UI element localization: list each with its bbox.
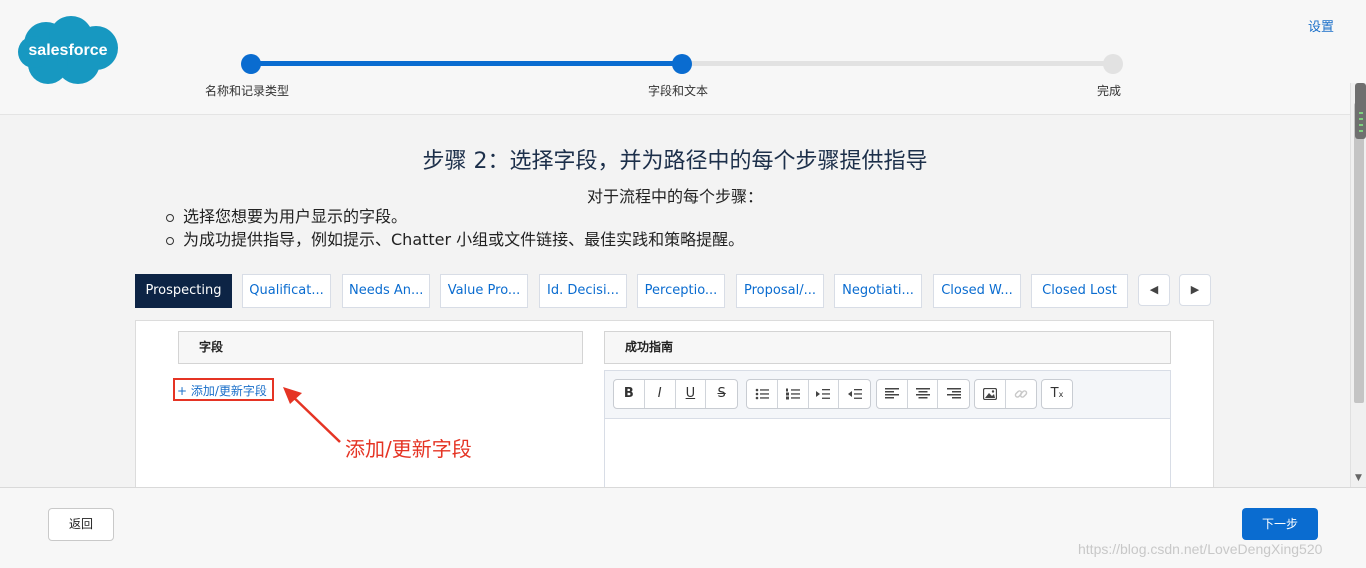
scroll-grip-icon	[1359, 124, 1363, 126]
page-scrollbar[interactable]	[1350, 83, 1366, 487]
outdent-button[interactable]	[839, 380, 870, 408]
fields-header: 字段	[178, 331, 583, 364]
align-right-button[interactable]	[938, 380, 969, 408]
next-stage-button[interactable]: ▶	[1179, 274, 1211, 306]
stage-tab-prospecting[interactable]: Prospecting	[135, 274, 232, 308]
prev-stage-button[interactable]: ◀	[1138, 274, 1170, 306]
scroll-grip-icon	[1359, 118, 1363, 120]
watermark: https://blog.csdn.net/LoveDengXing520	[1078, 541, 1323, 557]
bold-button[interactable]: B	[614, 380, 645, 408]
annotation-arrow-icon	[283, 387, 341, 443]
instructions-list: 选择您想要为用户显示的字段。 为成功提供指导，例如提示、Chatter 小组或文…	[162, 205, 744, 251]
add-update-fields-link[interactable]: + 添加/更新字段	[177, 382, 267, 399]
page-subtitle: 对于流程中的每个步骤：	[586, 187, 763, 206]
align-center-button[interactable]	[908, 380, 939, 408]
scroll-grip-icon	[1359, 112, 1363, 114]
stage-tab-needs-analysis[interactable]: Needs An...	[342, 274, 430, 308]
step-label-3: 完成	[1096, 84, 1122, 98]
stage-tab-closed-won[interactable]: Closed W...	[933, 274, 1021, 308]
scroll-down-arrow-icon[interactable]: ▼	[1355, 473, 1362, 483]
stage-tab-proposal[interactable]: Proposal/...	[736, 274, 824, 308]
logo-text: salesforce	[28, 42, 107, 59]
bullet-list-button[interactable]	[747, 380, 778, 408]
clear-group: Tx	[1041, 379, 1073, 409]
bullet-list-icon	[755, 388, 769, 399]
strikethrough-icon: S	[717, 386, 726, 401]
stage-tab-negotiation[interactable]: Negotiati...	[834, 274, 922, 308]
indent-icon	[816, 388, 831, 399]
triangle-left-icon: ◀	[1149, 283, 1159, 296]
stage-tab-qualification[interactable]: Qualificat...	[242, 274, 331, 308]
stage-tab-closed-lost[interactable]: Closed Lost	[1031, 274, 1128, 308]
insert-image-button[interactable]	[975, 380, 1006, 408]
numbered-list-icon	[785, 388, 800, 399]
numbered-list-button[interactable]	[778, 380, 809, 408]
progress-fill	[250, 61, 682, 66]
step-dot-3	[1103, 54, 1123, 74]
instruction-item: 为成功提供指导，例如提示、Chatter 小组或文件链接、最佳实践和策略提醒。	[162, 228, 744, 251]
step-label-1: 名称和记录类型	[204, 84, 290, 98]
list-format-group	[746, 379, 871, 409]
instruction-item: 选择您想要为用户显示的字段。	[162, 205, 744, 228]
clear-x-mark: x	[1058, 390, 1064, 399]
salesforce-logo: salesforce	[18, 16, 118, 84]
annotation-label: 添加/更新字段	[345, 437, 472, 461]
align-left-icon	[884, 388, 899, 399]
align-group	[876, 379, 970, 409]
step-dot-1	[241, 54, 261, 74]
stage-tab-value-proposition[interactable]: Value Pro...	[440, 274, 528, 308]
link-icon	[1014, 389, 1028, 398]
bold-icon: B	[623, 386, 634, 401]
insert-link-button[interactable]	[1006, 380, 1036, 408]
step-label-2: 字段和文本	[647, 84, 709, 98]
next-button[interactable]: 下一步	[1242, 508, 1318, 540]
stage-tab-perception-analysis[interactable]: Perceptio...	[637, 274, 725, 308]
page-title: 步骤 2：选择字段，并为路径中的每个步骤提供指导	[422, 149, 928, 174]
media-group	[974, 379, 1037, 409]
italic-icon: I	[657, 386, 662, 401]
step-dot-2	[672, 54, 692, 74]
outdent-icon	[847, 388, 862, 399]
clear-formatting-icon: T	[1050, 386, 1059, 401]
italic-button[interactable]: I	[645, 380, 676, 408]
align-right-icon	[946, 388, 961, 399]
underline-button[interactable]: U	[676, 380, 707, 408]
align-left-button[interactable]	[877, 380, 908, 408]
image-icon	[982, 387, 997, 400]
text-format-group: B I U S	[613, 379, 738, 409]
settings-link[interactable]: 设置	[1308, 16, 1334, 35]
stage-tab-id-decision-makers[interactable]: Id. Decisi...	[539, 274, 627, 308]
indent-button[interactable]	[809, 380, 840, 408]
guidance-header: 成功指南	[604, 331, 1171, 364]
back-button[interactable]: 返回	[48, 508, 114, 541]
align-center-icon	[915, 388, 930, 399]
scroll-grip-icon	[1359, 130, 1363, 132]
underline-icon: U	[685, 386, 696, 401]
strikethrough-button[interactable]: S	[706, 380, 737, 408]
triangle-right-icon: ▶	[1190, 283, 1200, 296]
clear-formatting-button[interactable]: Tx	[1042, 380, 1072, 408]
scroll-thumb[interactable]	[1354, 103, 1364, 403]
